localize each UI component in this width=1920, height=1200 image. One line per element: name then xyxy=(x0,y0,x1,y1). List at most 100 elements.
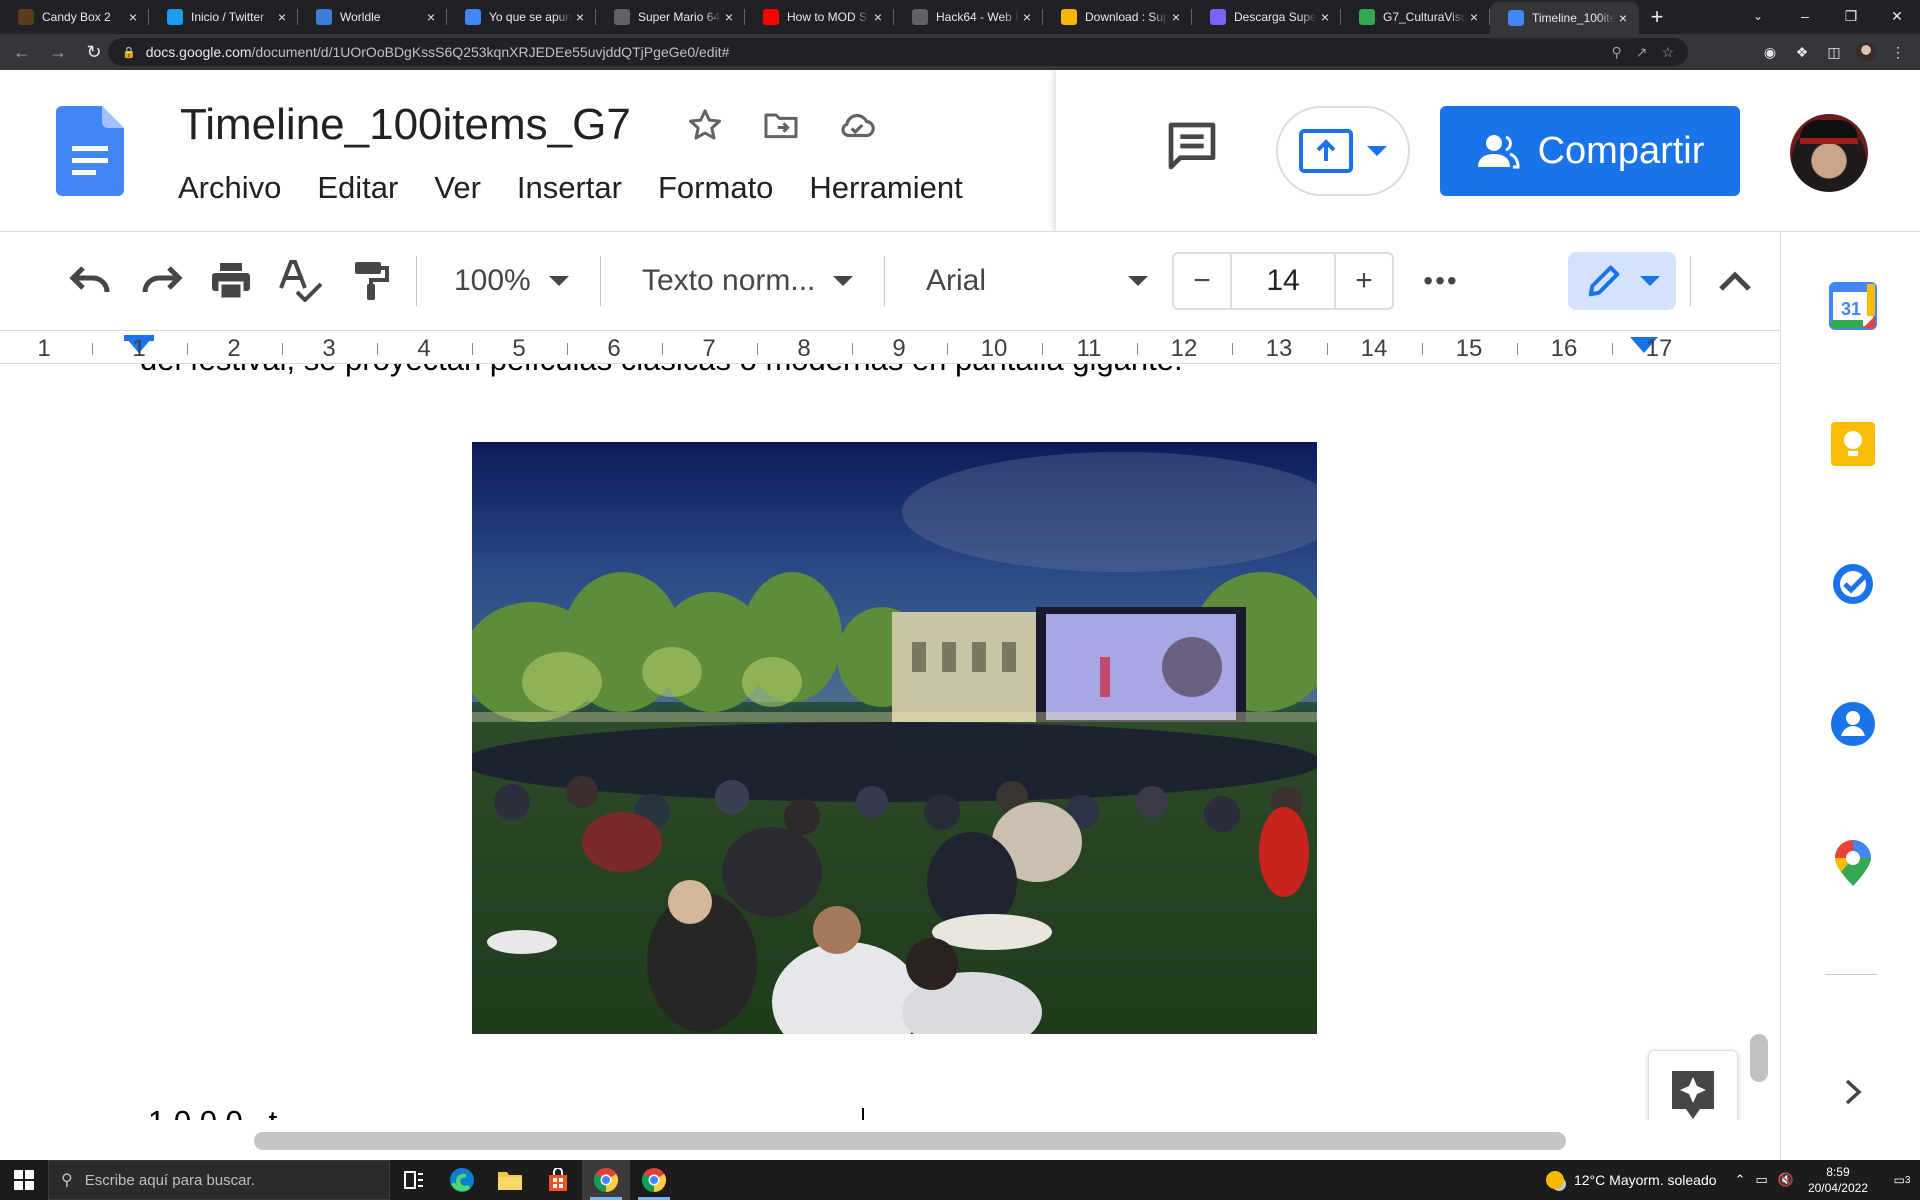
maps-icon[interactable] xyxy=(1829,840,1877,888)
font-size-input[interactable]: 14 xyxy=(1230,254,1336,308)
speaker-muted-icon[interactable]: 🔇 xyxy=(1778,1172,1794,1188)
close-tab-icon[interactable]: × xyxy=(1168,9,1184,25)
browser-tab[interactable]: Descarga Super × xyxy=(1192,0,1341,34)
user-avatar[interactable] xyxy=(1790,114,1868,192)
outdoor-cinema-photo[interactable] xyxy=(472,442,1317,1034)
back-icon[interactable]: ← xyxy=(8,38,36,66)
redo-icon[interactable] xyxy=(136,256,186,306)
microsoft-store-icon[interactable] xyxy=(534,1160,582,1200)
browser-tab[interactable]: Yo que se apunt × xyxy=(447,0,596,34)
more-options-icon[interactable]: ••• xyxy=(1416,256,1466,306)
browser-tab[interactable]: Candy Box 2 × xyxy=(0,0,149,34)
address-bar[interactable]: 🔒 docs.google.com /document/d/1UOrOoBDgK… xyxy=(108,38,1688,66)
edge-icon[interactable] xyxy=(438,1160,486,1200)
increase-font-size-icon[interactable]: + xyxy=(1336,254,1392,308)
menu-item[interactable]: Ver xyxy=(434,170,481,206)
minimize-icon[interactable]: – xyxy=(1782,0,1828,32)
ruler-label: 10 xyxy=(980,335,1008,362)
extension-icon[interactable]: ◉ xyxy=(1760,42,1780,62)
star-icon[interactable] xyxy=(684,104,726,146)
ruler-label: 15 xyxy=(1455,335,1483,362)
browser-tab[interactable]: Worldle × xyxy=(298,0,447,34)
reload-icon[interactable]: ↻ xyxy=(80,38,108,66)
close-tab-icon[interactable]: × xyxy=(423,9,439,25)
side-panel-icon[interactable]: ◫ xyxy=(1824,42,1844,62)
move-folder-icon[interactable] xyxy=(760,104,802,146)
ruler[interactable]: 1 1 2 3 4 5 6 7 8 9 10 11 12 13 14 15 16 17 xyxy=(0,330,1780,364)
menu-item[interactable]: Formato xyxy=(658,170,773,206)
share-button[interactable]: Compartir xyxy=(1440,106,1740,196)
restore-icon[interactable]: ❐ xyxy=(1828,0,1874,32)
clock[interactable]: 8:59 20/04/2022 xyxy=(1808,1164,1868,1196)
bookmark-star-icon[interactable]: ☆ xyxy=(1661,44,1674,61)
paragraph-text[interactable]: del festival, se proyectan películas clá… xyxy=(140,364,1183,378)
calendar-icon[interactable]: 31 xyxy=(1829,282,1877,330)
tray-overflow-icon[interactable]: ⌃ xyxy=(1735,1172,1746,1188)
vertical-scrollbar[interactable] xyxy=(1750,1034,1768,1082)
chrome-icon[interactable] xyxy=(582,1160,630,1200)
chrome-second-window-icon[interactable] xyxy=(630,1160,678,1200)
close-tab-icon[interactable]: × xyxy=(274,9,290,25)
close-tab-icon[interactable]: × xyxy=(1317,9,1333,25)
browser-tab[interactable]: G7_CulturaVisu × xyxy=(1341,0,1490,34)
close-window-icon[interactable]: ✕ xyxy=(1874,0,1920,32)
undo-icon[interactable] xyxy=(66,256,116,306)
menu-item[interactable]: Herramient xyxy=(809,170,962,206)
editing-mode-button[interactable] xyxy=(1568,252,1676,310)
weather-widget[interactable]: 12°C Mayorm. soleado xyxy=(1545,1171,1717,1189)
zoom-select[interactable]: 100% xyxy=(454,256,569,306)
spellcheck-icon[interactable] xyxy=(276,256,326,306)
browser-tab[interactable]: Inicio / Twitter × xyxy=(149,0,298,34)
document-title[interactable]: Timeline_100items_G7 xyxy=(180,100,631,150)
share-page-icon[interactable]: ↗ xyxy=(1636,44,1648,61)
menu-item[interactable]: Archivo xyxy=(178,170,281,206)
present-button[interactable] xyxy=(1276,106,1410,196)
notification-center-icon[interactable]: ▭ 3 xyxy=(1884,1173,1920,1187)
new-tab-icon[interactable]: + xyxy=(1639,0,1675,34)
browser-tab[interactable]: Download : Sup × xyxy=(1043,0,1192,34)
document-canvas[interactable]: del festival, se proyectan películas clá… xyxy=(0,364,1780,1120)
close-tab-icon[interactable]: × xyxy=(572,9,588,25)
network-icon[interactable]: ▭ xyxy=(1755,1172,1767,1188)
zoom-lens-icon[interactable]: ⚲ xyxy=(1611,44,1621,61)
forward-icon[interactable]: → xyxy=(44,38,72,66)
browser-tab[interactable]: Hack64 - Web F × xyxy=(894,0,1043,34)
browser-tab[interactable]: Timeline_100ite × xyxy=(1490,2,1639,34)
present-dropdown-icon[interactable] xyxy=(1367,146,1387,156)
cloud-saved-icon[interactable] xyxy=(836,104,878,146)
file-explorer-icon[interactable] xyxy=(486,1160,534,1200)
menu-item[interactable]: Insertar xyxy=(517,170,622,206)
decrease-font-size-icon[interactable]: − xyxy=(1174,254,1230,308)
menu-item[interactable]: Editar xyxy=(317,170,398,206)
horizontal-scroll-thumb[interactable] xyxy=(254,1132,1566,1150)
keep-icon[interactable] xyxy=(1829,420,1877,468)
weather-sun-icon xyxy=(1545,1171,1564,1189)
browser-tab[interactable]: How to MOD S × xyxy=(745,0,894,34)
close-tab-icon[interactable]: × xyxy=(125,9,141,25)
hide-menus-chevron-up-icon[interactable] xyxy=(1710,256,1760,306)
puzzle-icon[interactable]: ❖ xyxy=(1792,42,1812,62)
docs-logo-icon[interactable] xyxy=(56,106,124,196)
close-tab-icon[interactable]: × xyxy=(1466,9,1482,25)
print-icon[interactable] xyxy=(206,256,256,306)
profile-avatar-icon[interactable] xyxy=(1856,42,1876,62)
chrome-menu-icon[interactable]: ⋮ xyxy=(1888,42,1908,62)
comments-icon[interactable] xyxy=(1164,118,1220,174)
close-tab-icon[interactable]: × xyxy=(870,9,886,25)
paragraph-style-select[interactable]: Texto norm... xyxy=(642,256,854,306)
browser-tab[interactable]: Super Mario 64 × xyxy=(596,0,745,34)
tab-search-chevron-icon[interactable]: ⌄ xyxy=(1738,0,1778,32)
ruler-tick xyxy=(851,343,853,355)
paint-format-icon[interactable] xyxy=(346,256,396,306)
task-view-icon[interactable] xyxy=(390,1160,438,1200)
close-tab-icon[interactable]: × xyxy=(1019,9,1035,25)
timeline-entry-text[interactable]: 1 0 0 0 . t xyxy=(148,1104,277,1120)
taskbar-search[interactable]: ⚲ Escribe aquí para buscar. xyxy=(48,1160,390,1200)
close-tab-icon[interactable]: × xyxy=(1615,10,1631,26)
expand-chevron-right-icon[interactable] xyxy=(1829,1068,1877,1116)
font-select[interactable]: Arial xyxy=(926,256,1148,306)
tasks-icon[interactable] xyxy=(1829,560,1877,608)
windows-start-icon[interactable] xyxy=(0,1160,48,1200)
close-tab-icon[interactable]: × xyxy=(721,9,737,25)
contacts-icon[interactable] xyxy=(1829,700,1877,748)
